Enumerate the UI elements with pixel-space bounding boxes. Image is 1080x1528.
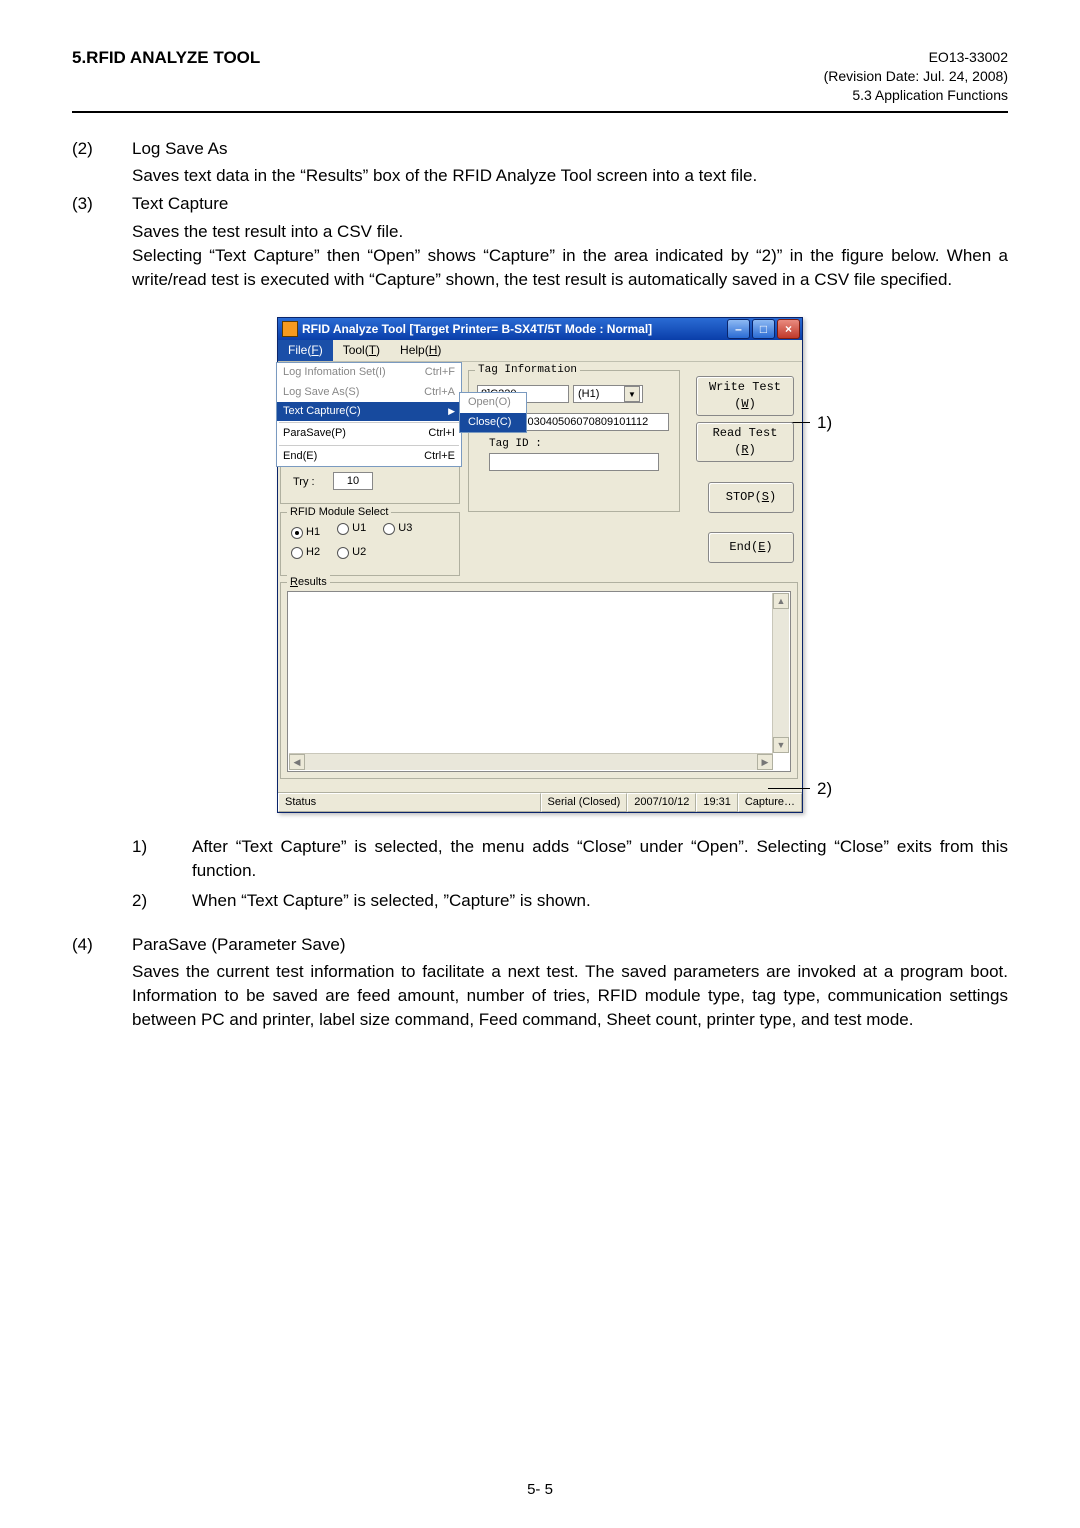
- status-panel-main: Status: [278, 793, 541, 812]
- item-3-num: (3): [72, 192, 132, 291]
- app-window: RFID Analyze Tool [Target Printer= B-SX4…: [277, 317, 803, 813]
- statusbar: Status Serial (Closed) 2007/10/12 19:31 …: [278, 792, 802, 812]
- status-panel-capture: Capture…: [738, 793, 802, 812]
- submenu-close[interactable]: Close(C): [460, 413, 526, 432]
- rfid-module-label: RFID Module Select: [287, 505, 391, 520]
- menu-separator: [279, 445, 459, 446]
- menuitem-logsaveas[interactable]: Log Save As(S) Ctrl+A: [277, 383, 461, 402]
- radio-u2[interactable]: U2: [337, 545, 366, 560]
- item-2-text: Saves text data in the “Results” box of …: [132, 164, 1008, 188]
- menu-separator: [279, 422, 459, 423]
- tag-id-label: Tag ID :: [489, 437, 542, 452]
- window-controls: – □ ×: [727, 319, 800, 339]
- textcapture-submenu: Open(O) Close(C): [459, 392, 527, 433]
- titlebar[interactable]: RFID Analyze Tool [Target Printer= B-SX4…: [278, 318, 802, 340]
- radio-dot-icon: [291, 527, 303, 539]
- menubar: File(F) Tool(T) Help(H): [278, 340, 802, 362]
- client-area: Log Infomation Set(I) Ctrl+F Log Save As…: [278, 362, 802, 792]
- scroll-up-icon[interactable]: ▲: [773, 593, 789, 609]
- tag-h-select[interactable]: (H1) ▼: [573, 385, 643, 403]
- main-content: (2) Log Save As Saves text data in the “…: [72, 137, 1008, 1032]
- menu-file[interactable]: File(F): [278, 340, 333, 361]
- sub-2-num: 2): [132, 889, 192, 913]
- app-icon: [282, 321, 298, 337]
- results-label: Results: [287, 575, 330, 590]
- radio-dot-icon: [291, 547, 303, 559]
- radio-u1[interactable]: U1: [337, 521, 366, 536]
- item-3-line2: Selecting “Text Capture” then “Open” sho…: [132, 244, 1008, 292]
- figure-inner: 1) 2) RFID Analyze Tool [Target Printer=…: [277, 317, 803, 813]
- status-panel-date: 2007/10/12: [627, 793, 696, 812]
- sub-2-text: When “Text Capture” is selected, ”Captur…: [192, 889, 1008, 913]
- radio-h2[interactable]: H2: [291, 545, 320, 560]
- document-page: 5.RFID ANALYZE TOOL EO13-33002 (Revision…: [0, 0, 1080, 1528]
- menuitem-end[interactable]: End(E) Ctrl+E: [277, 447, 461, 466]
- menuitem-loginfo[interactable]: Log Infomation Set(I) Ctrl+F: [277, 363, 461, 382]
- read-test-button[interactable]: Read Test (R): [696, 422, 794, 462]
- item-4-text: Saves the current test information to fa…: [132, 960, 1008, 1031]
- page-footer: 5- 5: [0, 1481, 1080, 1498]
- try-label: Try :: [293, 475, 315, 490]
- header-left: 5.RFID ANALYZE TOOL: [72, 48, 260, 68]
- menu-help[interactable]: Help(H): [390, 340, 451, 361]
- radio-dot-icon: [337, 547, 349, 559]
- radio-dot-icon: [383, 523, 395, 535]
- status-panel-time: 19:31: [696, 793, 738, 812]
- vertical-scrollbar[interactable]: ▲ ▼: [772, 593, 789, 753]
- submenu-arrow-icon: ▶: [448, 405, 455, 418]
- header-section: 5.3 Application Functions: [824, 86, 1008, 105]
- sub-1-num: 1): [132, 835, 192, 883]
- item-4: (4) ParaSave (Parameter Save) Saves the …: [72, 933, 1008, 1032]
- scroll-down-icon[interactable]: ▼: [773, 737, 789, 753]
- rfid-module-group: RFID Module Select H1 U1: [280, 512, 460, 576]
- submenu-open[interactable]: Open(O): [460, 393, 526, 412]
- radio-h1[interactable]: H1: [291, 525, 320, 540]
- write-test-button[interactable]: Write Test (W): [696, 376, 794, 416]
- end-button[interactable]: End(E): [708, 532, 794, 563]
- menu-tool[interactable]: Tool(T): [333, 340, 390, 361]
- tag-info-label: Tag Information: [475, 363, 580, 378]
- scroll-left-icon[interactable]: ◀: [289, 754, 305, 770]
- window-title: RFID Analyze Tool [Target Printer= B-SX4…: [302, 321, 652, 338]
- item-3-line1: Saves the test result into a CSV file.: [132, 220, 1008, 244]
- maximize-button[interactable]: □: [752, 319, 775, 339]
- results-group: Results ▲ ▼ ◀ ▶: [280, 582, 798, 779]
- item-3-title: Text Capture: [132, 192, 1008, 216]
- radio-u3[interactable]: U3: [383, 521, 412, 536]
- callout-1-label: 1): [817, 413, 832, 432]
- callout-2-label: 2): [817, 779, 832, 798]
- chevron-down-icon: ▼: [624, 386, 640, 402]
- item-2: (2) Log Save As Saves text data in the “…: [72, 137, 1008, 189]
- close-button[interactable]: ×: [777, 319, 800, 339]
- stop-button[interactable]: STOP(S): [708, 482, 794, 513]
- try-input[interactable]: 10: [333, 472, 373, 490]
- header-rev: (Revision Date: Jul. 24, 2008): [824, 67, 1008, 86]
- status-panel-serial: Serial (Closed): [541, 793, 628, 812]
- scroll-right-icon[interactable]: ▶: [757, 754, 773, 770]
- radio-dot-icon: [337, 523, 349, 535]
- tag-id-input[interactable]: [489, 453, 659, 471]
- results-textarea[interactable]: ▲ ▼ ◀ ▶: [287, 591, 791, 772]
- item-2-num: (2): [72, 137, 132, 189]
- figure-wrap: 1) 2) RFID Analyze Tool [Target Printer=…: [72, 317, 1008, 813]
- item-4-num: (4): [72, 933, 132, 1032]
- file-dropdown: Log Infomation Set(I) Ctrl+F Log Save As…: [276, 362, 462, 467]
- menuitem-textcapture[interactable]: Text Capture(C) ▶: [277, 402, 461, 421]
- callout-1: 1): [817, 411, 832, 435]
- header-right: EO13-33002 (Revision Date: Jul. 24, 2008…: [824, 48, 1008, 105]
- menuitem-parasave[interactable]: ParaSave(P) Ctrl+I: [277, 424, 461, 443]
- callout-2: 2): [817, 777, 832, 801]
- header-code: EO13-33002: [824, 48, 1008, 67]
- item-4-title: ParaSave (Parameter Save): [132, 933, 1008, 957]
- minimize-button[interactable]: –: [727, 319, 750, 339]
- after-figure-notes: 1) After “Text Capture” is selected, the…: [132, 835, 1008, 912]
- item-3: (3) Text Capture Saves the test result i…: [72, 192, 1008, 291]
- horizontal-scrollbar[interactable]: ◀ ▶: [289, 753, 773, 770]
- page-header: 5.RFID ANALYZE TOOL EO13-33002 (Revision…: [72, 48, 1008, 113]
- sub-1-text: After “Text Capture” is selected, the me…: [192, 835, 1008, 883]
- item-2-title: Log Save As: [132, 137, 1008, 161]
